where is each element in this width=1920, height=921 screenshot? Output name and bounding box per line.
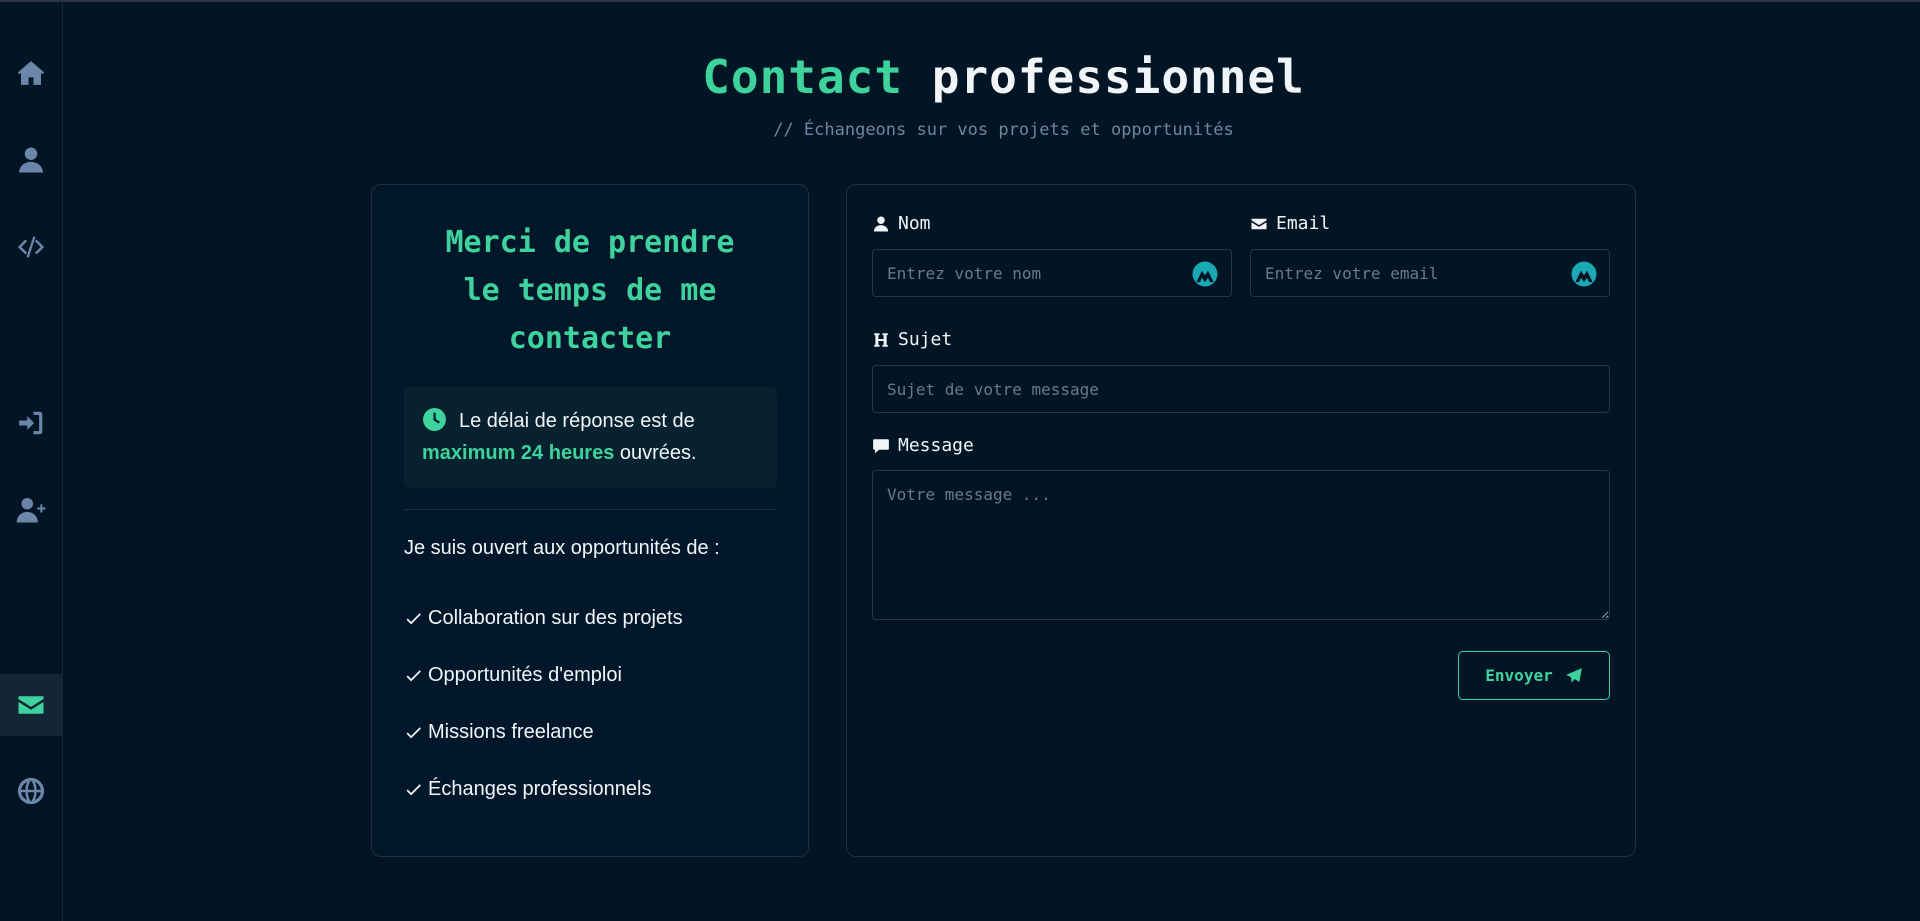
- clock-icon: [423, 408, 446, 431]
- check-icon: [406, 613, 421, 625]
- check-icon: [406, 670, 421, 682]
- user-icon: [873, 216, 889, 231]
- check-icon: [406, 784, 421, 796]
- envelope-icon: [18, 696, 44, 714]
- contact-form: Nom Email Sujet Message Envoyer: [846, 184, 1636, 857]
- response-delay-box: Le délai de réponse est de maximum 24 he…: [404, 387, 777, 488]
- name-label-text: Nom: [898, 213, 931, 234]
- autofill-icon[interactable]: [1192, 261, 1218, 287]
- paper-plane-icon: [1565, 667, 1582, 683]
- comment-icon: [873, 438, 889, 453]
- opportunity-label: Collaboration sur des projets: [428, 607, 683, 629]
- globe-icon: [17, 777, 45, 805]
- page-title-rest: professionnel: [931, 50, 1305, 104]
- autofill-icon[interactable]: [1571, 261, 1597, 287]
- opportunity-item: Collaboration sur des projets: [404, 607, 683, 630]
- delay-prefix: Le délai de réponse est de: [459, 410, 695, 432]
- name-input[interactable]: [872, 249, 1232, 297]
- page-subtitle: // Échangeons sur vos projets et opportu…: [773, 120, 1234, 140]
- nav-language[interactable]: [0, 760, 62, 822]
- opportunity-item: Opportunités d'emploi: [404, 664, 622, 687]
- email-label-text: Email: [1276, 213, 1331, 234]
- opportunity-item: Échanges professionnels: [404, 778, 651, 801]
- opportunity-label: Missions freelance: [428, 721, 594, 743]
- nav-contact[interactable]: [0, 674, 62, 736]
- login-icon: [19, 411, 43, 435]
- message-label-text: Message: [898, 435, 974, 456]
- subject-input[interactable]: [872, 365, 1610, 413]
- check-icon: [406, 727, 421, 739]
- opportunity-label: Échanges professionnels: [428, 778, 652, 800]
- subject-label: Sujet: [872, 329, 952, 350]
- nav-code[interactable]: [0, 216, 62, 278]
- envelope-icon: [1251, 218, 1267, 229]
- message-label: Message: [872, 435, 974, 456]
- page-title-accent: Contact: [702, 50, 904, 104]
- heading-icon: [874, 332, 888, 347]
- email-label: Email: [1250, 213, 1330, 234]
- nav-register[interactable]: [0, 479, 62, 541]
- info-card: Merci de prendre le temps de me contacte…: [371, 184, 809, 857]
- code-icon: [17, 236, 45, 258]
- opportunity-label: Opportunités d'emploi: [428, 664, 622, 686]
- send-button[interactable]: Envoyer: [1458, 651, 1610, 700]
- message-textarea[interactable]: [872, 470, 1610, 620]
- divider: [404, 509, 777, 510]
- delay-strong: maximum 24 heures: [422, 442, 615, 464]
- send-button-label: Envoyer: [1485, 666, 1553, 685]
- email-input[interactable]: [1250, 249, 1610, 297]
- page-title: Contact professionnel: [0, 50, 1920, 104]
- subject-label-text: Sujet: [898, 329, 953, 350]
- name-label: Nom: [872, 213, 931, 234]
- user-plus-icon: [16, 498, 46, 523]
- opportunities-intro: Je suis ouvert aux opportunités de :: [404, 537, 720, 559]
- info-title: Merci de prendre le temps de me contacte…: [445, 225, 735, 356]
- nav-login[interactable]: [0, 392, 62, 454]
- user-icon: [19, 147, 43, 173]
- delay-suffix: ouvrées.: [619, 442, 697, 464]
- opportunity-item: Missions freelance: [404, 721, 594, 744]
